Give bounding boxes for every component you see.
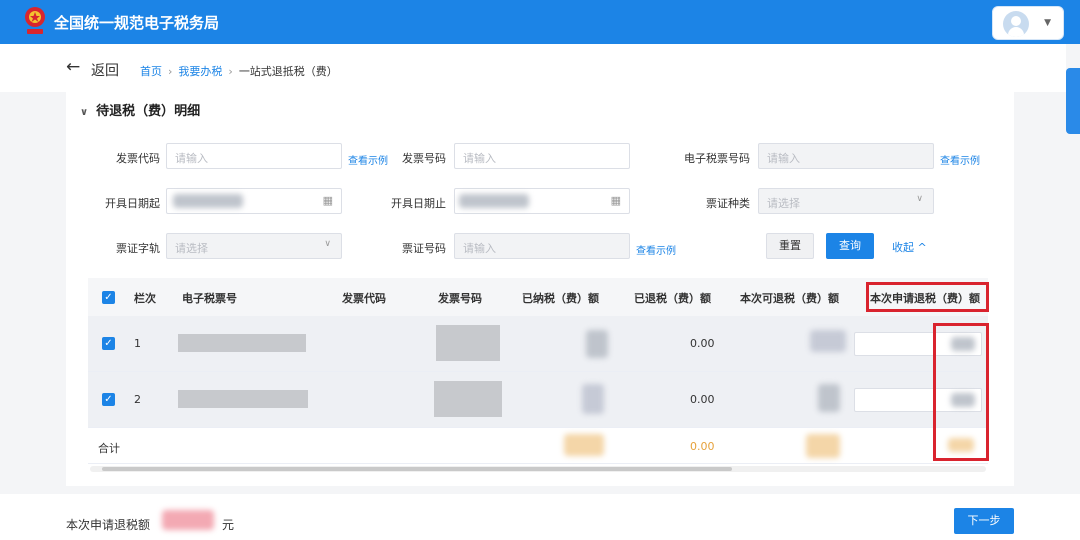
breadcrumb: 首页 › 我要办税 › 一站式退抵税（费）: [140, 63, 338, 79]
column-header: 本次可退税（费）额: [740, 292, 839, 305]
query-button[interactable]: 查询: [826, 233, 874, 259]
column-header: 已纳税（费）额: [522, 292, 599, 305]
redacted-total-paid: [564, 434, 604, 456]
breadcrumb-current: 一站式退抵税（费）: [238, 65, 338, 78]
voucher-number-input[interactable]: 请输入: [454, 233, 630, 259]
voucher-type-placeholder: 请选择: [767, 197, 800, 210]
breadcrumb-separator: ›: [168, 65, 173, 78]
issue-date-to-label: 开具日期止: [391, 197, 446, 210]
top-bar: 全国统一规范电子税务局 ▼: [0, 0, 1080, 44]
redacted-e-tax-number: [178, 390, 308, 408]
redacted-invoice-number: [436, 325, 500, 361]
refund-amount-label: 本次申请退税额: [66, 518, 151, 532]
tax-emblem-icon: [22, 6, 48, 36]
chevron-down-icon: ∨: [80, 107, 89, 118]
scrollbar-thumb[interactable]: [102, 467, 732, 471]
redacted-refund-amount: [162, 510, 214, 530]
redacted-paid-amount: [582, 384, 604, 414]
redacted-total-refundable: [806, 434, 840, 458]
next-step-button[interactable]: 下一步: [954, 508, 1014, 534]
total-refunded-amount: 0.00: [690, 440, 715, 453]
refunded-amount: 0.00: [690, 337, 715, 350]
redacted-date: [459, 194, 529, 208]
breadcrumb-home[interactable]: 首页: [140, 65, 162, 78]
table-total-row: 合计 0.00: [88, 428, 988, 464]
row-checkbox[interactable]: ✓: [102, 337, 115, 350]
column-header: 发票号码: [438, 292, 482, 305]
invoice-number-label: 发票号码: [402, 152, 446, 165]
redacted-refundable-amount: [818, 384, 840, 412]
side-floating-tab[interactable]: [1066, 68, 1080, 134]
chevron-down-icon: ▼: [1044, 18, 1051, 28]
column-header: 电子税票号: [182, 292, 237, 305]
redacted-e-tax-number: [178, 334, 306, 352]
row-index: 1: [134, 337, 141, 350]
column-header: 栏次: [134, 292, 156, 305]
select-all-checkbox[interactable]: ✓: [102, 291, 115, 304]
issue-date-from-label: 开具日期起: [105, 197, 160, 210]
voucher-prefix-label: 票证字轨: [116, 242, 160, 255]
invoice-number-input[interactable]: 请输入: [454, 143, 630, 169]
calendar-icon: ▦: [322, 194, 333, 207]
redacted-date: [173, 194, 243, 208]
column-header: 已退税（费）额: [634, 292, 711, 305]
highlight-column-header: [866, 282, 989, 312]
invoice-code-input[interactable]: 请输入: [166, 143, 342, 169]
nav-row: ← 返回 首页 › 我要办税 › 一站式退抵税（费）: [0, 44, 1066, 92]
back-button[interactable]: 返回: [91, 60, 119, 80]
voucher-type-select[interactable]: 请选择 ∨: [758, 188, 934, 214]
back-arrow-icon[interactable]: ←: [66, 57, 80, 77]
issue-date-to-picker[interactable]: ▦: [454, 188, 630, 214]
invoice-code-label: 发票代码: [116, 152, 160, 165]
refunded-amount: 0.00: [690, 393, 715, 406]
total-label: 合计: [98, 442, 120, 455]
redacted-invoice-number: [434, 381, 502, 417]
e-tax-number-label: 电子税票号码: [684, 152, 750, 165]
highlight-apply-amounts: [933, 323, 989, 461]
voucher-number-label: 票证号码: [402, 242, 446, 255]
avatar-icon: [1003, 11, 1029, 37]
section-title[interactable]: ∨ 待退税（费）明细: [80, 100, 200, 119]
voucher-type-label: 票证种类: [706, 197, 750, 210]
collapse-toggle[interactable]: 收起 ^: [892, 239, 927, 255]
row-checkbox[interactable]: ✓: [102, 393, 115, 406]
calendar-icon: ▦: [610, 194, 621, 207]
issue-date-from-picker[interactable]: ▦: [166, 188, 342, 214]
chevron-down-icon: ∨: [324, 239, 331, 249]
voucher-prefix-select[interactable]: 请选择 ∨: [166, 233, 342, 259]
column-header: 发票代码: [342, 292, 386, 305]
section-title-text: 待退税（费）明细: [96, 104, 201, 119]
voucher-number-example-link[interactable]: 查看示例: [636, 242, 676, 257]
e-tax-number-input[interactable]: 请输入: [758, 143, 934, 169]
row-index: 2: [134, 393, 141, 406]
user-menu[interactable]: ▼: [992, 6, 1064, 40]
breadcrumb-tax-service[interactable]: 我要办税: [178, 65, 222, 78]
refund-unit: 元: [222, 518, 235, 532]
chevron-down-icon: ∨: [916, 194, 923, 204]
system-title: 全国统一规范电子税务局: [54, 14, 220, 32]
table-row[interactable]: ✓ 2 0.00: [88, 372, 988, 428]
redacted-refundable-amount: [810, 330, 846, 352]
reset-button[interactable]: 重置: [766, 233, 814, 259]
horizontal-scrollbar[interactable]: [90, 466, 986, 472]
e-tax-number-example-link[interactable]: 查看示例: [940, 152, 980, 167]
table-header: ✓ 栏次 电子税票号 发票代码 发票号码 已纳税（费）额 已退税（费）额 本次可…: [88, 278, 988, 316]
redacted-paid-amount: [586, 330, 608, 358]
table-row[interactable]: ✓ 1 0.00: [88, 316, 988, 372]
voucher-prefix-placeholder: 请选择: [175, 242, 208, 255]
breadcrumb-separator: ›: [228, 65, 233, 78]
